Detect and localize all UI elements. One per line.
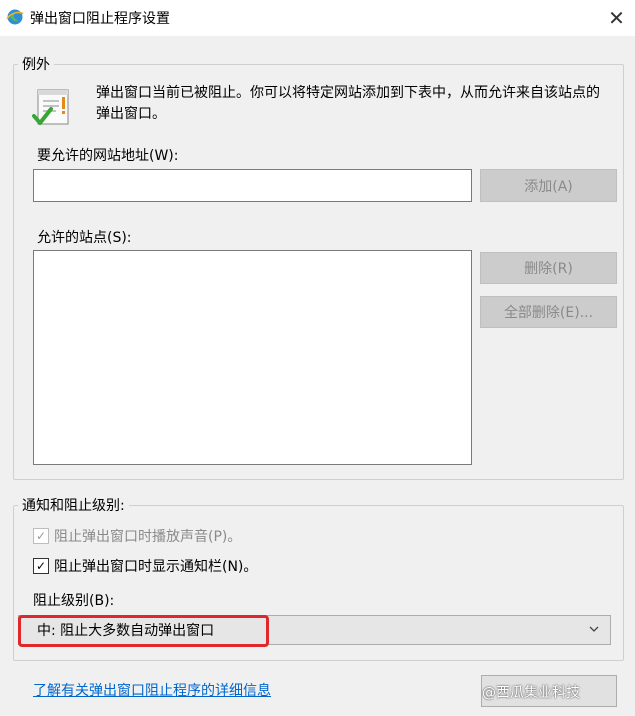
info-text: 弹出窗口当前已被阻止。你可以将特定网站添加到下表中，从而允许来自该站点的弹出窗口… bbox=[96, 85, 600, 122]
close-icon[interactable]: ✕ bbox=[598, 0, 635, 36]
watermark: @西瓜集业科技 bbox=[482, 685, 580, 701]
url-label: 要允许的网站地址(W): bbox=[37, 148, 179, 164]
play-sound-checkbox[interactable]: ✓ bbox=[33, 528, 49, 544]
play-sound-label: 阻止弹出窗口时播放声音(P)。 bbox=[54, 529, 242, 545]
clipboard-check-icon bbox=[32, 88, 72, 130]
ie-globe-icon bbox=[6, 8, 24, 26]
remove-button[interactable]: 删除(R) bbox=[480, 252, 617, 284]
show-bar-label: 阻止弹出窗口时显示通知栏(N)。 bbox=[54, 559, 258, 575]
chevron-down-icon bbox=[588, 623, 600, 638]
sites-label: 允许的站点(S): bbox=[37, 230, 132, 246]
block-level-label: 阻止级别(B): bbox=[33, 593, 115, 609]
notification-legend: 通知和阻止级别: bbox=[18, 495, 129, 515]
play-sound-option[interactable]: ✓ 阻止弹出窗口时播放声音(P)。 bbox=[33, 526, 241, 546]
block-level-value: 中: 阻止大多数自动弹出窗口 bbox=[37, 623, 215, 639]
url-input[interactable] bbox=[33, 169, 472, 202]
remove-all-button[interactable]: 全部删除(E)... bbox=[480, 296, 617, 328]
block-level-select[interactable]: 中: 阻止大多数自动弹出窗口 bbox=[18, 615, 611, 645]
show-bar-option[interactable]: ✓ 阻止弹出窗口时显示通知栏(N)。 bbox=[33, 556, 257, 576]
show-bar-checkbox[interactable]: ✓ bbox=[33, 558, 49, 574]
window-title: 弹出窗口阻止程序设置 bbox=[30, 11, 170, 27]
help-link[interactable]: 了解有关弹出窗口阻止程序的详细信息 bbox=[33, 680, 271, 700]
allowed-sites-list[interactable] bbox=[33, 250, 472, 465]
add-button[interactable]: 添加(A) bbox=[480, 169, 617, 202]
exceptions-legend: 例外 bbox=[18, 54, 54, 74]
